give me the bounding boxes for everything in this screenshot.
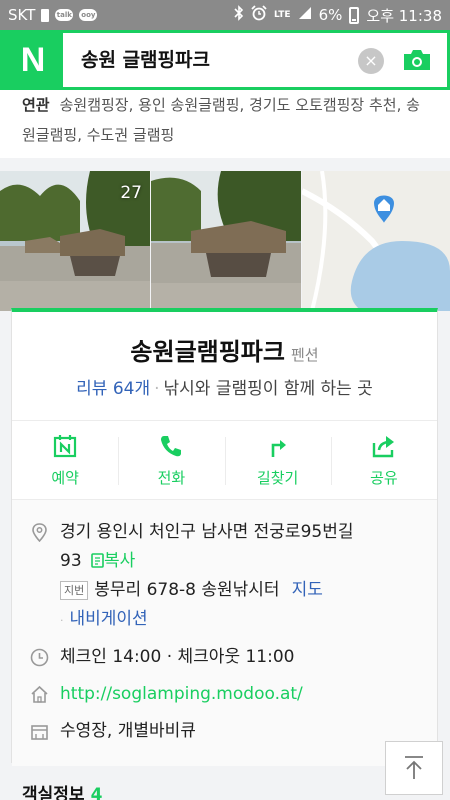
alarm-icon — [251, 5, 267, 25]
clock-icon — [30, 648, 49, 667]
talk-notification-icon: talk — [55, 9, 74, 21]
reserve-button[interactable]: 예약 — [12, 421, 118, 499]
place-card: 송원글램핑파크 펜션 리뷰 64개 · 낚시와 글램핑이 함께 하는 곳 예약 전화 … — [11, 308, 438, 766]
checkin-hours: 체크인 14:00 · 체크아웃 11:00 — [60, 647, 295, 667]
place-photo[interactable] — [151, 171, 301, 311]
place-category: 펜션 — [290, 346, 319, 364]
amenities-row: 수영장, 개별바비큐 — [30, 717, 437, 746]
search-box: N 송원 글램핑파크 × — [3, 33, 447, 87]
related-keyword-list[interactable]: 송원캠핑장, 용인 송원글램핑, 경기도 오토캠핑장 추천, 송원글램핑, 수도… — [22, 96, 420, 144]
scroll-to-top-button[interactable] — [385, 741, 443, 795]
bluetooth-icon — [234, 5, 244, 25]
homepage-link[interactable]: http://soglamping.modoo.at/ — [60, 684, 303, 704]
facility-icon — [31, 725, 48, 740]
place-description: 낚시와 글램핑이 함께 하는 곳 — [163, 379, 373, 399]
photo-count: 27 — [120, 183, 142, 203]
search-input[interactable]: 송원 글램핑파크 — [81, 33, 210, 87]
status-bar: SKT talk ooy LTE 6% 오후 11:38 — [0, 0, 450, 30]
homepage-row: http://soglamping.modoo.at/ — [30, 680, 437, 709]
room-info-count: 4 — [90, 785, 103, 800]
place-summary: 리뷰 64개 · 낚시와 글램핑이 함께 하는 곳 — [12, 374, 437, 399]
address-row: 경기 용인시 처인구 남사면 전궁로95번길 93 복사 지번 봉무리 678-8… — [30, 518, 437, 635]
battery-icon — [349, 6, 360, 24]
review-link[interactable]: 리뷰 64개 — [76, 379, 150, 399]
place-info: 경기 용인시 처인구 남사면 전궁로95번길 93 복사 지번 봉무리 678-8… — [12, 500, 437, 766]
camera-search-icon[interactable] — [401, 48, 433, 72]
network-type: LTE — [274, 10, 291, 20]
action-bar: 예약 전화 길찾기 공유 — [12, 420, 437, 500]
navigation-link[interactable]: 내비게이션 — [70, 609, 148, 629]
clear-search-button[interactable]: × — [358, 48, 384, 74]
separator-dot: · — [60, 614, 64, 627]
clock: 오후 11:38 — [366, 6, 442, 25]
room-info-title: 객실정보 — [22, 785, 85, 800]
room-info-heading: 객실정보 4 — [22, 780, 102, 800]
search-header: N 송원 글램핑파크 × — [0, 30, 450, 90]
directions-button[interactable]: 길찾기 — [224, 421, 331, 499]
call-button[interactable]: 전화 — [118, 421, 224, 499]
amenities: 수영장, 개별바비큐 — [60, 721, 196, 741]
place-name[interactable]: 송원글램핑파크 — [130, 338, 285, 366]
home-icon — [31, 685, 48, 703]
map-link[interactable]: 지도 — [292, 580, 323, 600]
calendar-n-icon — [54, 434, 77, 457]
signal-icon — [298, 6, 312, 24]
place-photo[interactable]: 27 — [0, 171, 150, 311]
road-address: 경기 용인시 처인구 남사면 전궁로95번길 — [60, 522, 354, 542]
location-pin-icon — [32, 523, 47, 542]
carrier-label: SKT — [8, 6, 36, 24]
related-label: 연관 — [22, 96, 50, 114]
photo-strip: 27 — [0, 171, 450, 311]
share-icon — [372, 435, 394, 457]
copy-address-button[interactable]: 복사 — [87, 551, 135, 571]
copy-icon — [91, 553, 104, 568]
directions-icon — [271, 439, 286, 457]
reserve-label: 예약 — [51, 468, 79, 487]
place-title-row: 송원글램핑파크 펜션 — [12, 332, 437, 367]
directions-label: 길찾기 — [256, 468, 299, 487]
sim-icon — [41, 8, 50, 22]
separator-dot: · — [154, 379, 160, 399]
call-label: 전화 — [157, 468, 186, 487]
copy-label: 복사 — [104, 551, 136, 571]
share-label: 공유 — [370, 468, 398, 487]
road-address-number: 93 — [60, 551, 82, 571]
app-notification-icon: ooy — [79, 9, 98, 21]
map-thumbnail[interactable] — [302, 171, 450, 311]
phone-icon — [161, 435, 182, 456]
jibeon-address: 봉무리 678-8 송원낚시터 — [94, 580, 280, 600]
naver-logo[interactable]: N — [3, 33, 63, 87]
arrow-up-icon — [405, 756, 423, 779]
battery-percent: 6% — [318, 6, 343, 24]
related-keywords: 연관 송원캠핑장, 용인 송원글램핑, 경기도 오토캠핑장 추천, 송원글램핑, … — [0, 90, 450, 158]
hours-row: 체크인 14:00 · 체크아웃 11:00 — [30, 643, 437, 672]
jibeon-badge: 지번 — [60, 580, 89, 600]
share-button[interactable]: 공유 — [330, 421, 437, 499]
